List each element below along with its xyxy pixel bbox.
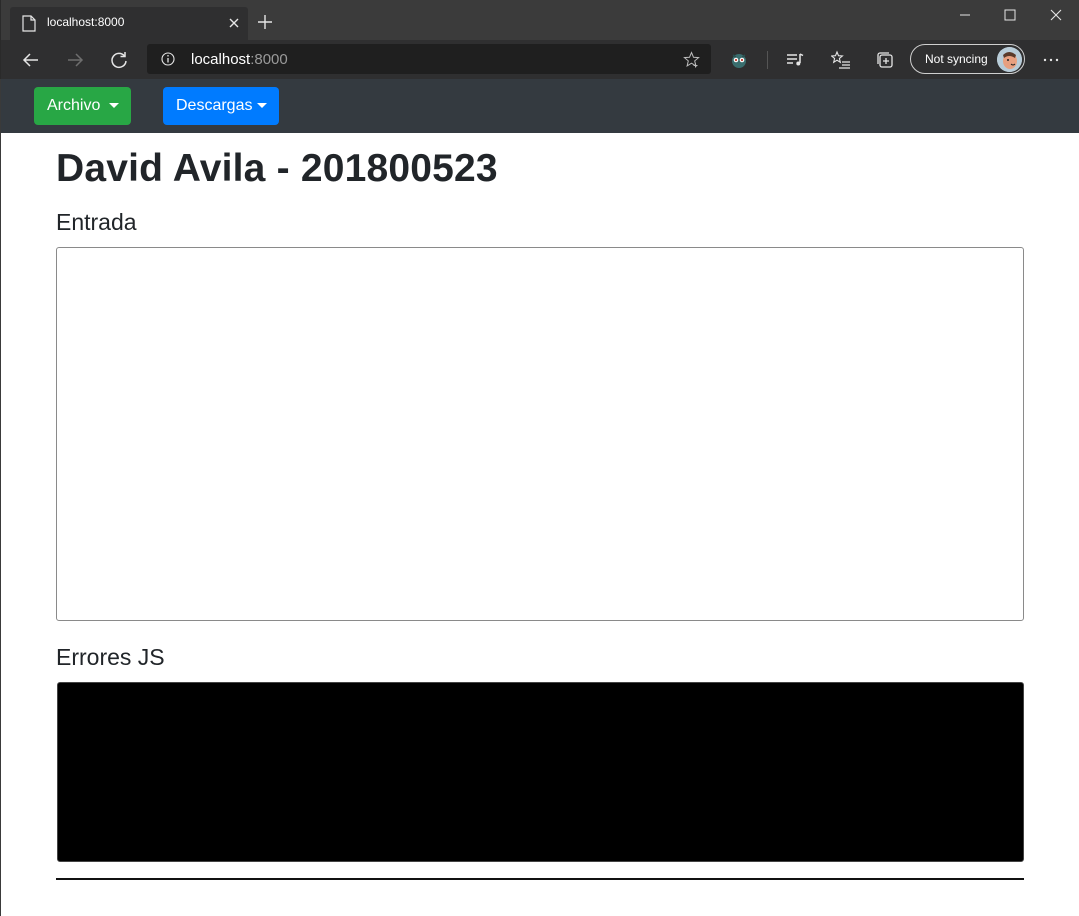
maximize-icon[interactable] [1003,8,1017,22]
archivo-label: Archivo [47,97,101,114]
avatar [997,47,1022,72]
browser-tab-strip: localhost:8000 [0,0,1079,40]
profile-avatar-icon [997,47,1022,72]
browser-tab[interactable]: localhost:8000 [10,7,248,40]
refresh-icon[interactable] [109,50,129,70]
page-icon [22,15,36,32]
archivo-dropdown-button[interactable]: Archivo [34,87,131,125]
profile-sync-button[interactable]: Not syncing [910,44,1025,74]
errores-label: Errores JS [56,644,165,670]
descargas-dropdown-button[interactable]: Descargas [163,87,279,125]
browser-toolbar: localhost:8000 Not syncing [0,40,1079,79]
page-title: David Avila - 201800523 [56,147,498,190]
url-text[interactable]: localhost:8000 [191,51,288,68]
descargas-label: Descargas [176,97,253,114]
caret-down-icon [109,103,119,108]
divider [56,878,1024,880]
favorites-list-icon[interactable] [831,50,851,70]
forward-arrow-icon[interactable] [65,50,85,70]
errores-console[interactable] [57,682,1024,862]
tab-close-icon[interactable] [227,16,241,30]
tab-title: localhost:8000 [47,15,125,29]
minimize-icon[interactable] [958,8,972,22]
sync-status-label: Not syncing [925,52,988,66]
top-navbar: Archivo Descargas [1,79,1079,133]
info-icon[interactable] [161,52,175,66]
entrada-label: Entrada [56,209,137,235]
back-arrow-icon[interactable] [21,50,41,70]
entrada-textarea[interactable] [56,247,1024,621]
url-host: localhost [191,51,251,68]
page-viewport: Archivo Descargas David Avila - 20180052… [1,79,1079,916]
caret-down-icon [257,103,267,108]
new-tab-icon[interactable] [257,14,273,30]
read-aloud-icon[interactable] [785,50,805,70]
collections-icon[interactable] [875,50,895,70]
window-close-icon[interactable] [1049,8,1063,22]
address-bar[interactable]: localhost:8000 [147,44,711,74]
more-options-icon[interactable] [1041,50,1061,70]
favorite-star-icon[interactable] [683,51,700,68]
extension-icon[interactable] [729,50,749,70]
toolbar-separator [767,51,768,69]
url-port: :8000 [250,51,288,68]
